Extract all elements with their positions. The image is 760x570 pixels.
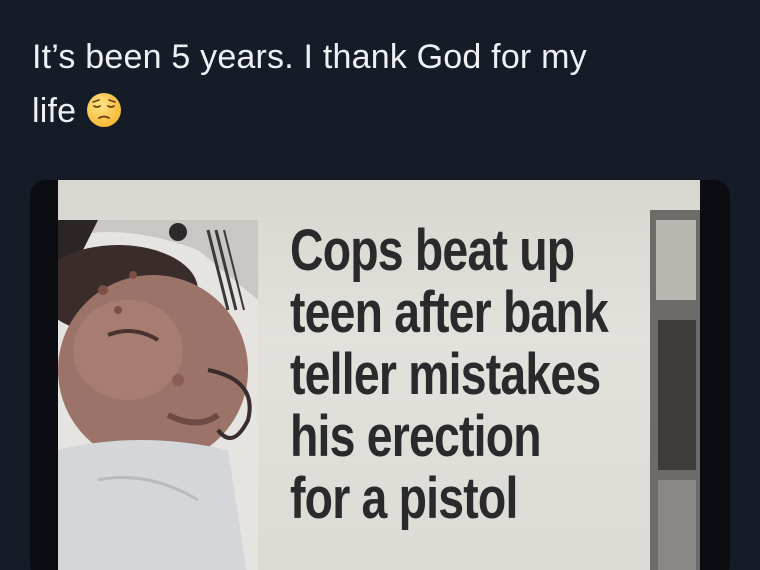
tweet-text-line-2: life [32,84,732,138]
headline-line: teller mistakes [290,342,601,407]
headline-line: his erection [290,404,542,469]
pensive-face-emoji-icon [87,93,122,127]
tweet-text-line-2-words: life [32,92,77,130]
headline-line: for a pistol [290,466,518,531]
headline-line: teen after bank [290,280,609,345]
newspaper-photo: Cops beat up teen after bank teller mist… [58,180,700,570]
tweet-text-line-1: It’s been 5 years. I thank God for my [32,38,587,76]
newspaper-headline: Cops beat up teen after bank teller mist… [290,218,609,531]
headline-line: Cops beat up [290,218,575,283]
tweet-screenshot: It’s been 5 years. I thank God for my li… [0,0,760,570]
tweet-media[interactable]: Cops beat up teen after bank teller mist… [30,180,730,570]
tweet-text: It’s been 5 years. I thank God for my li… [32,30,732,138]
